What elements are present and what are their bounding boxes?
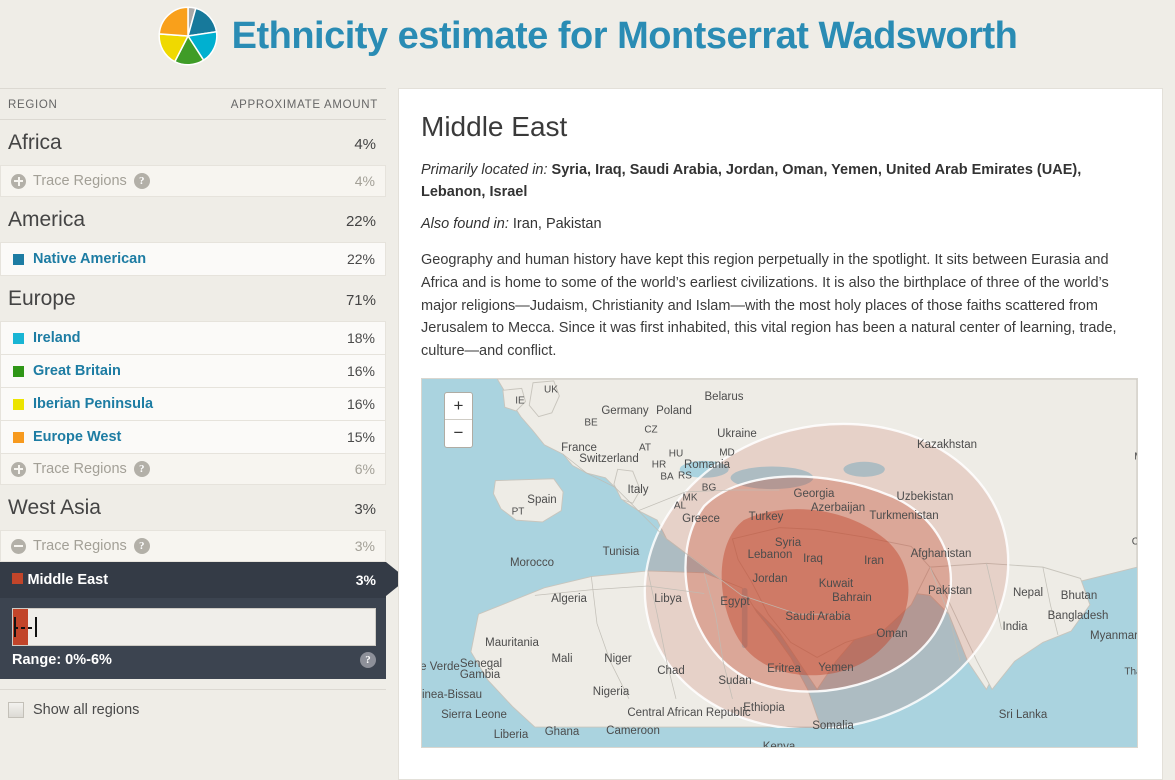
show-all-regions-toggle[interactable]: Show all regions bbox=[0, 689, 386, 718]
region-pct: 16% bbox=[346, 396, 375, 412]
page-title: Ethnicity estimate for Montserrat Wadswo… bbox=[231, 14, 1018, 57]
selected-region-block-middle-east: Middle East 3% Range: 0%-6% ? bbox=[0, 562, 407, 679]
range-footer: Range: 0%-6% ? bbox=[0, 652, 386, 679]
region-row-iberian-peninsula[interactable]: Iberian Peninsula 16% bbox=[0, 387, 386, 420]
continent-name: West Asia bbox=[8, 496, 101, 519]
range-tick-min bbox=[14, 616, 16, 638]
region-row-ireland[interactable]: Ireland 18% bbox=[0, 321, 386, 354]
trace-regions-pct: 3% bbox=[354, 538, 375, 554]
also-found-value: Iran, Pakistan bbox=[512, 215, 602, 232]
map-zoom-out-button[interactable]: − bbox=[445, 420, 472, 447]
column-header-amount: APPROXIMATE AMOUNT bbox=[230, 99, 378, 111]
map-graphics bbox=[470, 379, 1137, 728]
checkbox-icon[interactable] bbox=[8, 702, 24, 718]
help-icon[interactable]: ? bbox=[133, 538, 150, 554]
detail-description: Geography and human history have kept th… bbox=[421, 252, 1117, 359]
region-row-great-britain[interactable]: Great Britain 16% bbox=[0, 354, 386, 387]
column-header-region: REGION bbox=[8, 99, 58, 111]
region-color-swatch bbox=[13, 332, 24, 344]
region-group-europe: Ireland 18% Great Britain 16% Iberian Pe… bbox=[0, 321, 386, 485]
continent-header-america: America 22% bbox=[0, 197, 386, 242]
region-group-africa: Trace Regions ? 4% bbox=[0, 165, 386, 197]
continent-name: Europe bbox=[8, 287, 76, 310]
also-found-label: Also found in: bbox=[421, 215, 509, 232]
range-slider-wrap bbox=[0, 598, 386, 652]
continent-pct: 22% bbox=[345, 213, 376, 230]
continent-pct: 4% bbox=[354, 136, 376, 153]
minus-circle-icon[interactable] bbox=[11, 538, 26, 554]
map-zoom-controls[interactable]: + − bbox=[444, 392, 473, 449]
region-row-europe-west[interactable]: Europe West 15% bbox=[0, 420, 386, 453]
show-all-regions-label: Show all regions bbox=[33, 702, 140, 718]
region-name[interactable]: Europe West bbox=[33, 429, 121, 445]
trace-regions-row-europe[interactable]: Trace Regions ? 6% bbox=[0, 453, 386, 485]
range-slider[interactable] bbox=[12, 608, 376, 646]
also-found-in: Also found in: Iran, Pakistan bbox=[421, 213, 1138, 235]
help-icon[interactable]: ? bbox=[133, 461, 150, 477]
region-color-swatch bbox=[12, 573, 23, 584]
region-group-america: Native American 22% bbox=[0, 242, 386, 276]
region-pct: 16% bbox=[346, 363, 375, 379]
region-name[interactable]: Middle East bbox=[27, 572, 108, 588]
continent-header-africa: Africa 4% bbox=[0, 120, 386, 165]
region-detail-panel: Middle East Primarily located in: Syria,… bbox=[398, 88, 1163, 780]
continent-header-europe: Europe 71% bbox=[0, 276, 386, 321]
plus-circle-icon[interactable] bbox=[11, 173, 26, 189]
plus-circle-icon[interactable] bbox=[11, 461, 26, 477]
help-icon[interactable]: ? bbox=[360, 652, 376, 668]
trace-regions-pct: 6% bbox=[354, 461, 375, 477]
region-color-swatch bbox=[13, 365, 24, 377]
region-name[interactable]: Ireland bbox=[33, 330, 81, 346]
help-icon[interactable]: ? bbox=[133, 173, 150, 189]
trace-regions-row-africa[interactable]: Trace Regions ? 4% bbox=[0, 165, 386, 197]
region-row-native-american[interactable]: Native American 22% bbox=[0, 242, 386, 276]
region-name[interactable]: Iberian Peninsula bbox=[33, 396, 153, 412]
detail-title: Middle East bbox=[421, 111, 568, 142]
continent-name: America bbox=[8, 208, 86, 231]
page-header: Ethnicity estimate for Montserrat Wadswo… bbox=[0, 0, 1175, 88]
ethnicity-sidebar: REGION APPROXIMATE AMOUNT Africa 4% Trac… bbox=[0, 88, 407, 718]
trace-regions-row-west-asia[interactable]: Trace Regions ? 3% bbox=[0, 530, 386, 562]
region-color-swatch bbox=[13, 253, 24, 265]
region-pct: 22% bbox=[346, 251, 375, 267]
trace-regions-label: Trace Regions bbox=[33, 461, 127, 477]
continent-name: Africa bbox=[8, 131, 62, 154]
region-color-swatch bbox=[13, 431, 24, 443]
map-country-label: Kenya bbox=[762, 741, 796, 749]
map-country-label: Liberia bbox=[493, 729, 529, 742]
continent-header-west-asia: West Asia 3% bbox=[0, 485, 386, 530]
region-pct: 18% bbox=[346, 330, 375, 346]
map-country-label: Ghana bbox=[544, 726, 580, 739]
region-pct: 15% bbox=[346, 429, 375, 445]
trace-regions-label: Trace Regions bbox=[33, 538, 127, 554]
region-row-middle-east[interactable]: Middle East 3% bbox=[0, 562, 407, 598]
range-tick-max bbox=[35, 616, 37, 638]
region-name[interactable]: Native American bbox=[33, 251, 146, 267]
region-pct: 3% bbox=[355, 572, 376, 588]
pie-chart-icon bbox=[158, 6, 218, 66]
sidebar-column-headers: REGION APPROXIMATE AMOUNT bbox=[0, 88, 386, 120]
range-dotted-line bbox=[14, 627, 36, 629]
region-name[interactable]: Great Britain bbox=[33, 363, 121, 379]
range-label: Range: 0%-6% bbox=[12, 652, 112, 668]
region-map[interactable]: + − IE UK Germany Poland Belarus BE CZ Ukraine K… bbox=[421, 378, 1138, 749]
primarily-located-in: Primarily located in: Syria, Iraq, Saudi… bbox=[421, 159, 1138, 204]
map-zoom-in-button[interactable]: + bbox=[445, 393, 472, 421]
region-group-west-asia: Trace Regions ? 3% Middle East 3% Range:… bbox=[0, 530, 407, 679]
trace-regions-pct: 4% bbox=[354, 173, 375, 189]
region-color-swatch bbox=[13, 398, 24, 410]
continent-pct: 3% bbox=[354, 501, 376, 518]
trace-regions-label: Trace Regions bbox=[33, 173, 127, 189]
main-layout: REGION APPROXIMATE AMOUNT Africa 4% Trac… bbox=[0, 88, 1175, 780]
continent-pct: 71% bbox=[345, 292, 376, 309]
primarily-located-label: Primarily located in: bbox=[421, 162, 548, 178]
